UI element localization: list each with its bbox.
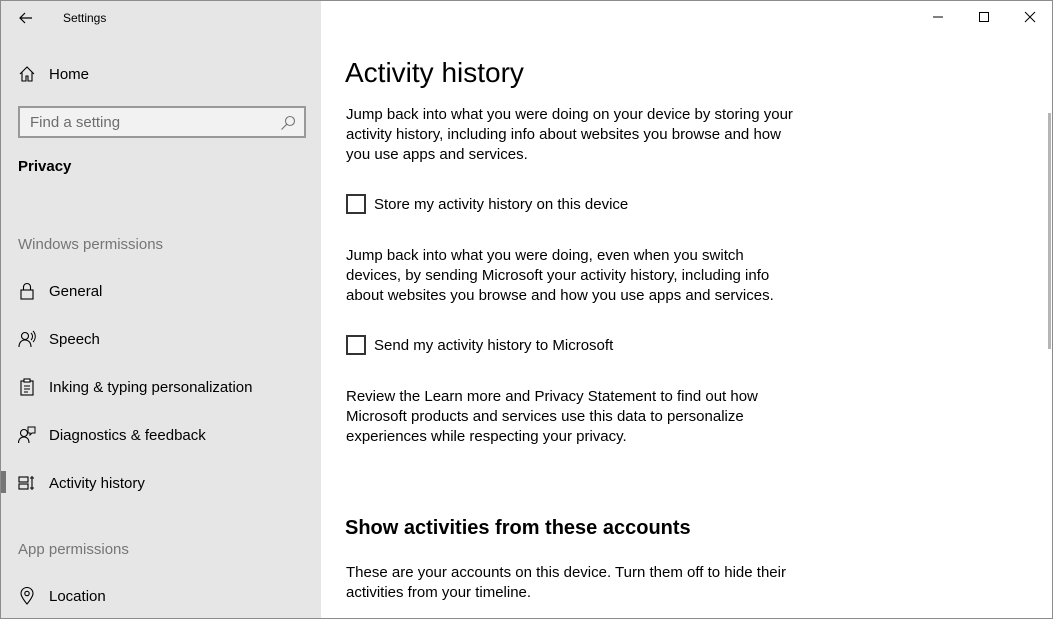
search-icon[interactable] <box>280 115 296 131</box>
home-icon <box>17 64 37 84</box>
minimize-icon <box>933 16 943 18</box>
maximize-button[interactable] <box>961 1 1007 33</box>
sidebar-item-diagnostics[interactable]: Diagnostics & feedback <box>1 415 321 455</box>
sidebar-item-home[interactable]: Home <box>1 54 321 94</box>
store-history-checkbox-row[interactable]: Store my activity history on this device <box>346 193 628 215</box>
sidebar-item-label: Activity history <box>49 474 145 492</box>
intro-text: Jump back into what you were doing on yo… <box>346 106 793 163</box>
sidebar-item-inking[interactable]: Inking & typing personalization <box>1 367 321 407</box>
speech-icon <box>17 329 37 349</box>
sidebar-item-label: Diagnostics & feedback <box>49 426 206 444</box>
location-icon <box>17 586 37 606</box>
sidebar-item-activity-history[interactable]: Activity history <box>1 463 321 503</box>
store-history-label: Store my activity history on this device <box>374 195 629 213</box>
search-box[interactable] <box>18 106 306 138</box>
sidebar-item-general[interactable]: General <box>1 271 321 311</box>
minimize-button[interactable] <box>915 1 961 33</box>
search-input[interactable] <box>30 113 270 131</box>
sidebar-item-label: Speech <box>49 330 100 348</box>
close-icon <box>1024 11 1036 23</box>
active-indicator <box>1 471 6 493</box>
send-history-checkbox-row[interactable]: Send my activity history to Microsoft <box>346 334 613 356</box>
page-title: Activity history <box>345 57 524 88</box>
app-title: Settings <box>63 11 107 25</box>
sidebar-item-label: Home <box>49 65 90 83</box>
maximize-icon <box>979 12 989 22</box>
sidebar-item-label: Location <box>49 587 106 605</box>
scrollbar-thumb[interactable] <box>1048 113 1051 349</box>
accounts-section-title: Show activities from these accounts <box>345 517 691 539</box>
sidebar: Settings Home Privacy Windows permission… <box>1 1 321 618</box>
sidebar-item-speech[interactable]: Speech <box>1 319 321 359</box>
windows-permissions-header: Windows permissions <box>18 236 164 253</box>
send-intro-text: Jump back into what you were doing, even… <box>346 247 774 304</box>
lock-icon <box>17 281 37 301</box>
back-arrow-icon <box>19 12 32 24</box>
store-history-checkbox[interactable] <box>346 194 366 214</box>
review-text: Review the Learn more and Privacy Statem… <box>346 388 758 445</box>
back-button[interactable] <box>10 4 42 32</box>
sidebar-item-location[interactable]: Location <box>1 576 321 616</box>
accounts-text: These are your accounts on this device. … <box>346 564 786 601</box>
activity-icon <box>17 473 37 493</box>
sidebar-item-label: General <box>49 282 103 300</box>
settings-window: Settings Home Privacy Windows permission… <box>0 0 1053 619</box>
inking-icon <box>17 377 37 397</box>
send-history-label: Send my activity history to Microsoft <box>374 336 614 354</box>
feedback-icon <box>17 425 37 445</box>
close-button[interactable] <box>1007 1 1052 33</box>
category-heading: Privacy <box>18 158 72 175</box>
send-history-checkbox[interactable] <box>346 335 366 355</box>
app-permissions-header: App permissions <box>18 541 129 558</box>
sidebar-item-label: Inking & typing personalization <box>49 378 253 396</box>
